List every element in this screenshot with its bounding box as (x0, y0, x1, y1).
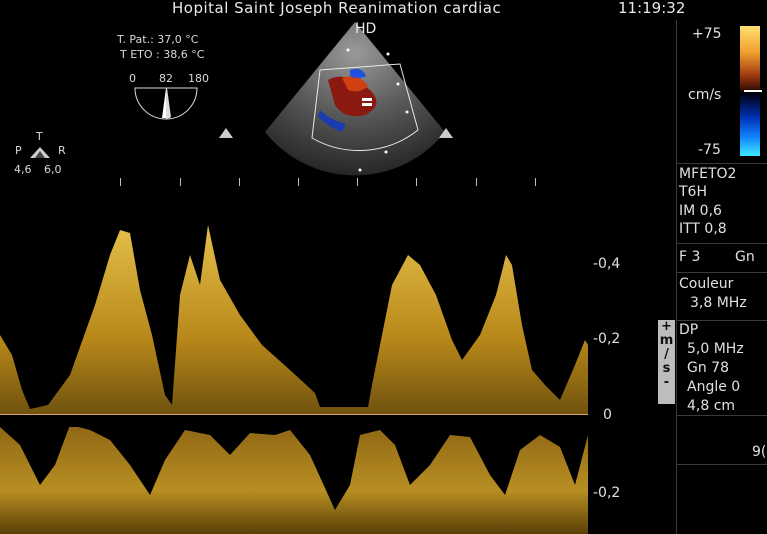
velocity-unit-box: + m / s - (658, 320, 675, 404)
orientation-top: T (36, 130, 43, 143)
image-label: HD (355, 21, 377, 37)
color-scale-marker (744, 90, 762, 92)
orientation-right: R (58, 144, 66, 157)
orientation-left: P (15, 144, 22, 157)
dp-gain: Gn 78 (687, 360, 729, 376)
color-mode-label: Couleur (679, 276, 734, 292)
echo-sector-image (265, 22, 445, 176)
orientation-marker-icon (30, 147, 50, 158)
probe-name: MFETO2 (679, 166, 737, 182)
velocity-label: -0,2 (593, 485, 621, 501)
divider (676, 272, 767, 273)
eto-temperature: T ETO : 38,6 °C (120, 48, 205, 61)
patient-temperature: T. Pat.: 37,0 °C (117, 33, 199, 46)
divider (676, 415, 767, 416)
color-scale-unit: cm/s (688, 87, 722, 103)
orientation-left-value: 4,6 (14, 163, 32, 176)
hospital-name: Hopital Saint Joseph Reanimation cardiac (172, 0, 502, 17)
gain-short: Gn (735, 249, 755, 265)
dp-depth: 4,8 cm (687, 398, 736, 414)
velocity-label: 0 (603, 407, 612, 423)
orientation-right-value: 6,0 (44, 163, 62, 176)
angle-value: 82 (159, 72, 173, 85)
thermal-index: ITT 0,8 (679, 221, 727, 237)
unit-plus: + (661, 319, 672, 334)
dp-label: DP (679, 322, 699, 338)
truncated-value: 9( (752, 444, 767, 460)
color-scale-min: -75 (698, 142, 721, 158)
velocity-label: -0,2 (593, 331, 621, 347)
angle-min: 0 (129, 72, 136, 85)
divider (676, 243, 767, 244)
unit-slash: / (664, 347, 669, 362)
unit-minus: - (663, 375, 670, 390)
doppler-baseline (0, 414, 588, 415)
angle-max: 180 (188, 72, 209, 85)
right-scan-marker-icon (439, 128, 453, 138)
color-frequency: 3,8 MHz (690, 295, 747, 311)
unit-s: s (662, 361, 671, 376)
probe-angle-dial-icon (134, 87, 198, 120)
frame-setting: F 3 (679, 249, 701, 265)
unit-m: m (659, 333, 674, 348)
left-scan-marker-icon (219, 128, 233, 138)
divider (676, 163, 767, 164)
mechanical-index: IM 0,6 (679, 203, 722, 219)
divider (676, 320, 767, 321)
clock-time: 11:19:32 (618, 0, 686, 17)
doppler-spectrum (0, 225, 588, 534)
divider (676, 464, 767, 465)
panel-border (676, 20, 677, 534)
preset-name: T6H (679, 184, 707, 200)
color-scale-max: +75 (692, 26, 722, 42)
dp-frequency: 5,0 MHz (687, 341, 744, 357)
dp-angle: Angle 0 (687, 379, 741, 395)
velocity-label: -0,4 (593, 256, 621, 272)
